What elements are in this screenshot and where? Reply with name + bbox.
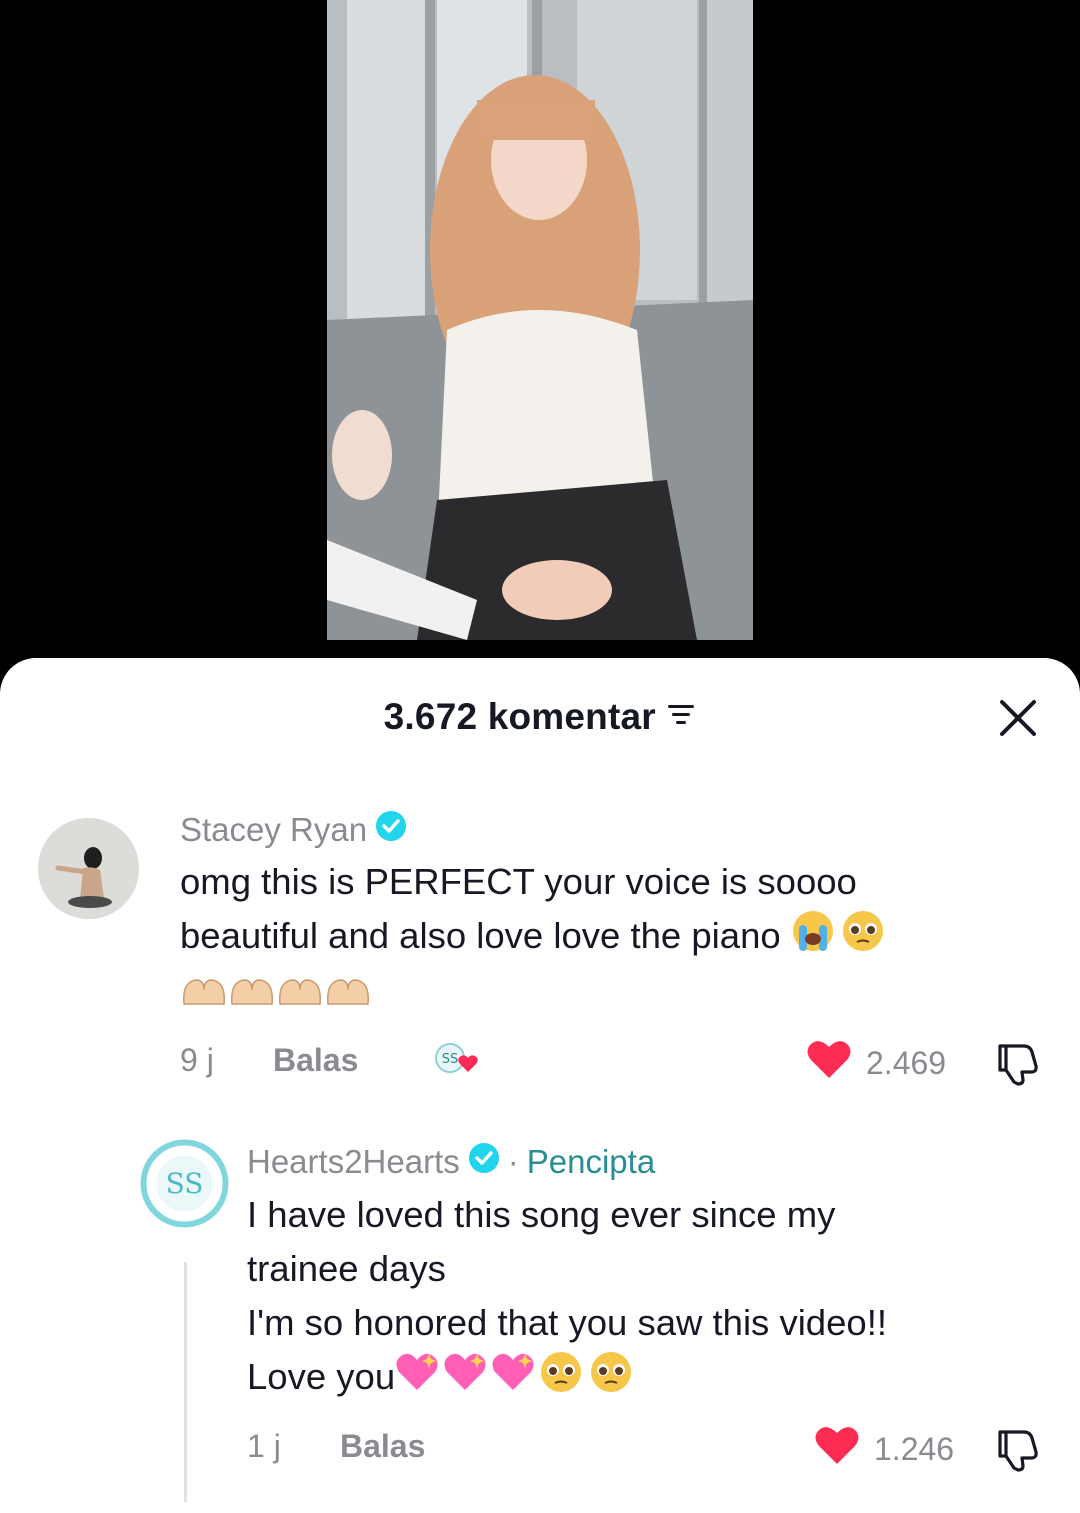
video-player[interactable] (0, 0, 1080, 660)
dislike-icon[interactable] (994, 1040, 1042, 1091)
hearts2hearts-logo-icon: SS (140, 1139, 229, 1228)
svg-text:SS: SS (442, 1052, 459, 1067)
username[interactable]: Hearts2Hearts (247, 1143, 460, 1181)
comment-text-line: trainee days (247, 1248, 446, 1289)
emoji-group (791, 909, 887, 968)
reply-button[interactable]: Balas (340, 1428, 425, 1465)
avatar-image (38, 818, 139, 919)
reply-button[interactable]: Balas (273, 1042, 358, 1079)
like-group: 1.246 (814, 1424, 954, 1474)
username[interactable]: Stacey Ryan (180, 811, 367, 849)
avatar[interactable]: SS (139, 1138, 230, 1229)
pleading-face-icon (591, 1352, 632, 1392)
svg-text:SS: SS (166, 1167, 204, 1200)
emoji-heart-hands-row (180, 974, 380, 1013)
pleading-face-icon (541, 1352, 582, 1392)
reply-thread-line (184, 1262, 187, 1502)
creator-liked-icon: SS (432, 1042, 484, 1083)
comment-time: 9 j (180, 1042, 214, 1078)
comments-sheet: 3.672 komentar Stacey Ryan omg this is P… (0, 658, 1080, 1513)
comment-author[interactable]: Hearts2Hearts · Pencipta (247, 1142, 655, 1182)
filter-icon[interactable] (666, 702, 696, 733)
comment-text-line: omg this is PERFECT your voice is soooo (180, 861, 857, 902)
video-frame[interactable] (327, 0, 753, 640)
like-count: 1.246 (874, 1430, 955, 1467)
comment-text-line: beautiful and also love love the piano (180, 915, 781, 957)
avatar[interactable] (38, 818, 139, 919)
verified-badge-icon (468, 1142, 500, 1182)
comment-text-line: Love you (247, 1356, 396, 1398)
dislike-icon[interactable] (994, 1426, 1042, 1477)
comment-text: omg this is PERFECT your voice is soooo … (180, 855, 887, 968)
comment-text: I have loved this song ever since my tra… (247, 1188, 887, 1409)
verified-badge-icon (375, 810, 407, 850)
comment-author[interactable]: Stacey Ryan (180, 810, 407, 850)
close-icon[interactable] (998, 698, 1038, 738)
creator-label: Pencipta (526, 1143, 656, 1180)
comments-header: 3.672 komentar (0, 696, 1080, 746)
pleading-face-icon (842, 911, 883, 951)
heart-icon[interactable] (814, 1424, 860, 1474)
comment-text-line: I have loved this song ever since my (247, 1194, 836, 1235)
video-still (327, 0, 753, 640)
emoji-group (395, 1350, 639, 1409)
comment-text-line: I'm so honored that you saw this video!! (247, 1302, 887, 1343)
like-count: 2.469 (866, 1044, 947, 1081)
comment-time: 1 j (247, 1428, 281, 1464)
comment-count: 3.672 komentar (383, 696, 656, 737)
creator-separator: · (507, 1143, 519, 1180)
like-group: 2.469 (806, 1038, 946, 1088)
heart-icon[interactable] (806, 1038, 852, 1088)
loudly-crying-face-icon (792, 911, 833, 951)
sparkling-heart-icon (396, 1353, 534, 1390)
